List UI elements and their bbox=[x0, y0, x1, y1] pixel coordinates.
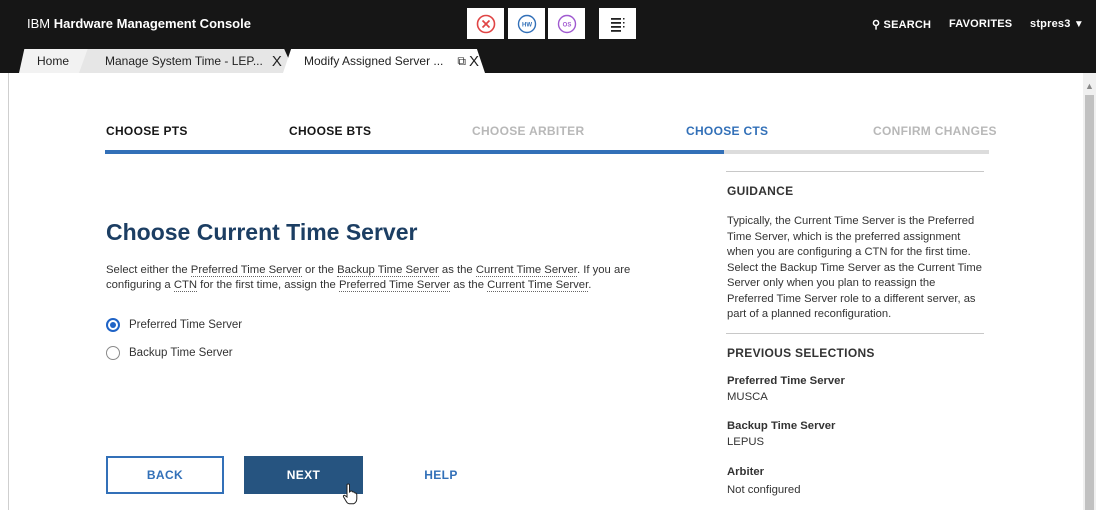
page-title: Choose Current Time Server bbox=[106, 219, 418, 245]
task-list-icon[interactable] bbox=[599, 8, 636, 39]
close-icon[interactable]: X bbox=[272, 54, 282, 69]
radio-label: Backup Time Server bbox=[129, 347, 233, 359]
radio-label: Preferred Time Server bbox=[129, 319, 243, 331]
desc-text: or the bbox=[301, 264, 338, 276]
selection-value: MUSCA bbox=[727, 391, 768, 403]
glossary-link[interactable]: Preferred Time Server bbox=[338, 279, 451, 292]
glossary-link[interactable]: Preferred Time Server bbox=[190, 264, 302, 277]
os-status-icon[interactable]: OS bbox=[548, 8, 585, 39]
radio-button-selected[interactable] bbox=[106, 318, 120, 332]
tab-modify-assigned-server[interactable]: Modify Assigned Server ... ⧉ X bbox=[283, 49, 485, 73]
radio-backup-time-server[interactable]: Backup Time Server bbox=[106, 346, 233, 360]
selection-value: LEPUS bbox=[727, 436, 765, 448]
tab-bar: Home Manage System Time - LEP... X Modif… bbox=[0, 47, 1096, 73]
close-icon[interactable]: X bbox=[469, 54, 479, 69]
glossary-link[interactable]: Current Time Server bbox=[475, 264, 577, 277]
user-menu[interactable]: stpres3 ▼ bbox=[1030, 18, 1084, 30]
step-choose-pts: CHOOSE PTS bbox=[106, 124, 188, 138]
selection-label: Preferred Time Server bbox=[727, 375, 845, 387]
tab-label: Manage System Time - LEP... bbox=[105, 54, 263, 68]
search-icon: ⚲ bbox=[872, 19, 881, 31]
tab-home-label: Home bbox=[37, 54, 70, 68]
hardware-status-icon[interactable]: HW bbox=[508, 8, 545, 39]
favorites-button[interactable]: FAVORITES bbox=[949, 18, 1012, 30]
divider bbox=[726, 333, 984, 334]
glossary-link[interactable]: Current Time Server bbox=[487, 279, 589, 292]
search-label: SEARCH bbox=[883, 19, 932, 31]
glossary-link[interactable]: Backup Time Server bbox=[337, 264, 439, 277]
scroll-up-icon[interactable]: ▲ bbox=[1083, 81, 1096, 91]
glossary-link[interactable]: CTN bbox=[173, 279, 198, 292]
tab-label: Modify Assigned Server ... bbox=[304, 54, 444, 68]
step-choose-arbiter: CHOOSE ARBITER bbox=[472, 124, 585, 138]
error-status-icon[interactable] bbox=[467, 8, 504, 39]
radio-preferred-time-server[interactable]: Preferred Time Server bbox=[106, 318, 242, 332]
search-button[interactable]: ⚲ SEARCH bbox=[872, 18, 931, 31]
description: Select either the Preferred Time Server … bbox=[106, 263, 666, 293]
divider bbox=[726, 171, 984, 172]
brand-prefix: IBM bbox=[27, 16, 51, 31]
tab-manage-system-time[interactable]: Manage System Time - LEP... X bbox=[79, 49, 295, 73]
step-choose-bts: CHOOSE BTS bbox=[289, 124, 372, 138]
desc-text: as the bbox=[450, 279, 488, 291]
scrollbar[interactable]: ▲ bbox=[1083, 73, 1096, 510]
selection-label: Arbiter bbox=[727, 466, 765, 478]
guidance-heading: GUIDANCE bbox=[727, 184, 794, 198]
favorites-label: FAVORITES bbox=[949, 18, 1013, 30]
desc-text: for the first time, assign the bbox=[197, 279, 339, 291]
brand-name: Hardware Management Console bbox=[53, 16, 251, 31]
selection-value: Not configured bbox=[727, 484, 801, 496]
hand-cursor-icon bbox=[342, 483, 358, 505]
svg-text:OS: OS bbox=[562, 22, 571, 28]
step-choose-cts: CHOOSE CTS bbox=[686, 124, 769, 138]
previous-selections-heading: PREVIOUS SELECTIONS bbox=[727, 346, 875, 360]
desc-text: . bbox=[588, 279, 592, 291]
app-title: IBM Hardware Management Console bbox=[27, 16, 251, 31]
selection-label: Backup Time Server bbox=[727, 420, 836, 432]
desc-text: as the bbox=[438, 264, 476, 276]
user-name: stpres3 bbox=[1030, 18, 1071, 30]
help-button[interactable]: HELP bbox=[408, 456, 474, 494]
back-button[interactable]: BACK bbox=[106, 456, 224, 494]
top-bar: IBM Hardware Management Console HW OS ⚲ … bbox=[0, 0, 1096, 47]
popout-icon[interactable]: ⧉ bbox=[457, 55, 466, 67]
radio-button[interactable] bbox=[106, 346, 120, 360]
guidance-text: Typically, the Current Time Server is th… bbox=[727, 215, 982, 320]
step-confirm-changes: CONFIRM CHANGES bbox=[873, 124, 997, 138]
svg-text:HW: HW bbox=[522, 22, 532, 28]
progress-fill bbox=[105, 150, 724, 154]
scroll-thumb[interactable] bbox=[1085, 95, 1094, 510]
desc-text: Select either the bbox=[106, 264, 191, 276]
chevron-down-icon: ▼ bbox=[1073, 19, 1084, 30]
